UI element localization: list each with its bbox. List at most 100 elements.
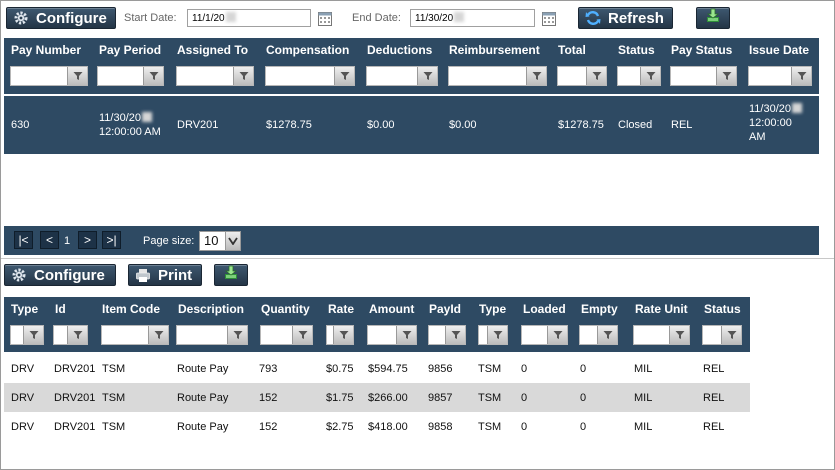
- table-row[interactable]: 630 11/30/20 12:00:00 AM DRV201 $1278.75…: [4, 96, 819, 154]
- filter-icon[interactable]: [233, 67, 253, 85]
- filter-icon[interactable]: [67, 67, 87, 85]
- filter-icon[interactable]: [292, 326, 312, 344]
- column-header-rate[interactable]: Rate: [328, 302, 354, 316]
- filter-icon[interactable]: [227, 326, 247, 344]
- column-header-item-code[interactable]: Item Code: [102, 302, 160, 316]
- filter-input-rate-unit[interactable]: [633, 325, 690, 345]
- column-header-status[interactable]: Status: [618, 43, 655, 57]
- filter-input-issue-date[interactable]: [748, 66, 812, 86]
- page-size-select[interactable]: 10: [199, 231, 241, 251]
- print-button[interactable]: Print: [128, 264, 202, 286]
- filter-icon[interactable]: [586, 67, 606, 85]
- filter-input-empty[interactable]: [579, 325, 618, 345]
- filter-input-pay-status[interactable]: [670, 66, 737, 86]
- filter-input-deductions[interactable]: [366, 66, 438, 86]
- column-header-type[interactable]: Type: [11, 302, 38, 316]
- column-header-rate-unit[interactable]: Rate Unit: [635, 302, 688, 316]
- filter-input-amount[interactable]: [367, 325, 417, 345]
- filter-icon[interactable]: [334, 67, 354, 85]
- filter-icon[interactable]: [669, 326, 689, 344]
- filter-input-item-code[interactable]: [101, 325, 169, 345]
- filter-icon[interactable]: [445, 326, 465, 344]
- filter-icon[interactable]: [333, 326, 353, 344]
- column-header-issue-date[interactable]: Issue Date: [749, 43, 809, 57]
- filter-icon[interactable]: [143, 67, 163, 85]
- column-header-compensation[interactable]: Compensation: [266, 43, 349, 57]
- filter-icon[interactable]: [597, 326, 617, 344]
- total-cell: $1278.75: [558, 119, 604, 131]
- calendar-icon[interactable]: [542, 11, 556, 26]
- export-button[interactable]: [214, 264, 248, 286]
- filter-input-compensation[interactable]: [265, 66, 355, 86]
- table-row[interactable]: DRV DRV201 TSM Route Pay 152 $1.75 $266.00 9857…: [4, 383, 750, 412]
- filter-input-assigned-to[interactable]: [176, 66, 254, 86]
- configure-button[interactable]: Configure: [6, 7, 116, 29]
- filter-icon[interactable]: [721, 326, 741, 344]
- column-header-loaded[interactable]: Loaded: [523, 302, 566, 316]
- filter-icon[interactable]: [640, 67, 660, 85]
- filter-icon[interactable]: [716, 67, 736, 85]
- column-header-type-2[interactable]: Type: [479, 302, 506, 316]
- id-cell: DRV201: [54, 363, 96, 375]
- filter-input-reimbursement[interactable]: [448, 66, 547, 86]
- filter-input-description[interactable]: [176, 325, 248, 345]
- issue-date-ampm-cell: AM: [749, 131, 766, 143]
- filter-input-pay-period[interactable]: [97, 66, 164, 86]
- filter-icon[interactable]: [791, 67, 811, 85]
- id-cell: DRV201: [54, 392, 96, 404]
- filter-icon[interactable]: [396, 326, 416, 344]
- status-cell: REL: [703, 363, 725, 375]
- filter-input-loaded[interactable]: [521, 325, 568, 345]
- filter-icon[interactable]: [547, 326, 567, 344]
- column-header-deductions[interactable]: Deductions: [367, 43, 432, 57]
- filter-input-type[interactable]: [10, 325, 44, 345]
- column-header-reimbursement[interactable]: Reimbursement: [449, 43, 540, 57]
- column-header-status[interactable]: Status: [704, 302, 741, 316]
- filter-icon[interactable]: [417, 67, 437, 85]
- filter-input-status[interactable]: [617, 66, 661, 86]
- filter-input-payid[interactable]: [428, 325, 466, 345]
- filter-input-total[interactable]: [557, 66, 607, 86]
- filter-input-type-2[interactable]: [478, 325, 508, 345]
- column-header-pay-status[interactable]: Pay Status: [671, 43, 732, 57]
- configure-button[interactable]: Configure: [4, 264, 116, 286]
- filter-input-rate[interactable]: [326, 325, 354, 345]
- filter-icon[interactable]: [23, 326, 43, 344]
- column-header-assigned-to[interactable]: Assigned To: [177, 43, 248, 57]
- issue-date-date-cell: 11/30/20: [749, 103, 803, 116]
- column-header-total[interactable]: Total: [558, 43, 586, 57]
- start-date-input[interactable]: 11/1/20: [187, 9, 311, 27]
- type-2-cell: TSM: [478, 392, 502, 404]
- calendar-icon[interactable]: [318, 11, 332, 26]
- status-cell: Closed: [618, 119, 653, 131]
- filter-input-id[interactable]: [53, 325, 88, 345]
- filter-icon[interactable]: [148, 326, 168, 344]
- column-header-pay-period[interactable]: Pay Period: [99, 43, 161, 57]
- refresh-button[interactable]: Refresh: [578, 7, 673, 29]
- payid-cell: 9857: [428, 392, 453, 404]
- last-page-button[interactable]: >|: [102, 231, 121, 249]
- filter-input-quantity[interactable]: [260, 325, 313, 345]
- filter-input-pay-number[interactable]: [10, 66, 88, 86]
- table-row[interactable]: DRV DRV201 TSM Route Pay 152 $2.75 $418.00 9858…: [4, 412, 750, 441]
- export-button[interactable]: [696, 7, 730, 29]
- filter-icon[interactable]: [487, 326, 507, 344]
- column-header-id[interactable]: Id: [55, 302, 66, 316]
- filter-input-status[interactable]: [702, 325, 742, 345]
- next-page-button[interactable]: >: [78, 231, 97, 249]
- table-row[interactable]: DRV DRV201 TSM Route Pay 793 $0.75 $594.75 9856…: [4, 354, 750, 383]
- column-header-description[interactable]: Description: [178, 302, 244, 316]
- first-page-button[interactable]: |<: [14, 231, 33, 249]
- type-cell: DRV: [11, 421, 35, 433]
- item-code-cell: TSM: [102, 363, 126, 375]
- end-date-input[interactable]: 11/30/20: [410, 9, 535, 27]
- current-page-number[interactable]: 1: [64, 235, 70, 247]
- column-header-quantity[interactable]: Quantity: [261, 302, 310, 316]
- filter-icon[interactable]: [526, 67, 546, 85]
- column-header-amount[interactable]: Amount: [369, 302, 414, 316]
- filter-icon[interactable]: [67, 326, 87, 344]
- prev-page-button[interactable]: <: [40, 231, 59, 249]
- column-header-pay-number[interactable]: Pay Number: [11, 43, 81, 57]
- column-header-empty[interactable]: Empty: [581, 302, 618, 316]
- column-header-payid[interactable]: PayId: [429, 302, 461, 316]
